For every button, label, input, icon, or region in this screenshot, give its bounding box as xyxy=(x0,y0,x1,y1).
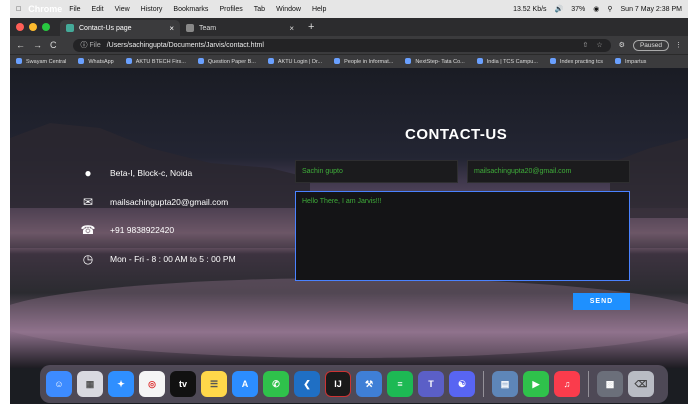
keynote-icon[interactable]: ▩ xyxy=(597,371,623,397)
discord-icon[interactable]: ☯ xyxy=(449,371,475,397)
menu-dots-icon[interactable]: ⋮ xyxy=(675,41,682,49)
info-email: ✉ mailsachingupta20@gmail.com xyxy=(80,195,228,209)
browser-tabbar: Contact-Us page × Team × + xyxy=(10,18,688,36)
bookmark-item[interactable]: Swayam Central xyxy=(16,58,66,65)
info-hours: ◷ Mon - Fri - 8 : 00 AM to 5 : 00 PM xyxy=(80,252,236,266)
location-icon: ● xyxy=(84,166,92,180)
send-button[interactable]: SEND xyxy=(573,293,630,310)
finder-icon[interactable]: ☺ xyxy=(46,371,72,397)
menu-edit[interactable]: Edit xyxy=(92,6,104,13)
name-field[interactable]: Sachin gupto xyxy=(295,160,458,183)
hours-text: Mon - Fri - 8 : 00 AM to 5 : 00 PM xyxy=(110,254,236,264)
vscode-icon[interactable]: ❮ xyxy=(294,371,320,397)
teams-icon[interactable]: T xyxy=(418,371,444,397)
new-tab-button[interactable]: + xyxy=(308,21,314,33)
extensions-icon[interactable]: ⚙ xyxy=(619,41,625,49)
menu-bookmarks[interactable]: Bookmarks xyxy=(173,6,208,13)
tab-contact-us[interactable]: Contact-Us page × xyxy=(60,20,180,36)
preview-icon[interactable]: ▤ xyxy=(492,371,518,397)
xcode-icon[interactable]: ⚒ xyxy=(356,371,382,397)
tab-title: Contact-Us page xyxy=(79,24,132,32)
phone-icon: ☎ xyxy=(80,223,96,237)
close-window-button[interactable] xyxy=(16,23,24,31)
menu-profiles[interactable]: Profiles xyxy=(219,6,242,13)
menu-history[interactable]: History xyxy=(141,6,163,13)
network-speed: 13.52 Kb/s xyxy=(513,5,547,13)
url-scheme-label: File xyxy=(89,41,101,49)
dock-separator xyxy=(483,371,484,397)
search-icon[interactable]: ⚲ xyxy=(607,5,612,13)
volume-icon[interactable]: 🔊 xyxy=(555,5,564,13)
address-bar[interactable]: ⓘ File /Users/sachingupta/Documents/Jarv… xyxy=(72,38,611,52)
tab-favicon xyxy=(66,24,74,32)
trash-icon[interactable]: ⌫ xyxy=(628,371,654,397)
menu-chrome[interactable]: Chrome xyxy=(28,0,62,22)
email-text: mailsachingupta20@gmail.com xyxy=(110,197,229,207)
bookmark-item[interactable]: Question Paper B... xyxy=(198,58,256,65)
address-text: Beta-I, Block-c, Noida xyxy=(110,168,193,178)
message-field[interactable]: Hello There, I am Jarvis!!! xyxy=(295,191,630,281)
intellij-icon[interactable]: IJ xyxy=(325,371,351,397)
bookmarks-bar: Swayam Central WhatsApp AKTU BTECH Firs.… xyxy=(10,54,688,68)
wifi-icon[interactable]: ◉ xyxy=(593,5,599,13)
window-controls xyxy=(16,23,50,31)
bookmark-item[interactable]: AKTU BTECH Firs... xyxy=(126,58,186,65)
menu-help[interactable]: Help xyxy=(312,6,326,13)
info-icon[interactable]: ⓘ xyxy=(81,40,90,50)
whatsapp-icon[interactable]: ✆ xyxy=(263,371,289,397)
bookmark-item[interactable]: Impartus xyxy=(615,58,646,65)
tab-favicon xyxy=(186,24,194,32)
spotify-icon[interactable]: ≡ xyxy=(387,371,413,397)
profile-paused-button[interactable]: Paused xyxy=(632,39,669,51)
bookmark-item[interactable]: WhatsApp xyxy=(78,58,113,65)
info-address: ● Beta-I, Block-c, Noida xyxy=(80,166,192,180)
apple-icon[interactable]:  xyxy=(16,6,21,13)
zoom-window-button[interactable] xyxy=(42,23,50,31)
bookmark-item[interactable]: India | TCS Campu... xyxy=(477,58,538,65)
bookmark-star-icon[interactable]: ☆ xyxy=(596,41,602,49)
phone-text: +91 9838922420 xyxy=(110,225,175,235)
menu-view[interactable]: View xyxy=(115,6,130,13)
minimize-window-button[interactable] xyxy=(29,23,37,31)
screen:  Chrome File Edit View History Bookmark… xyxy=(10,0,688,404)
email-field[interactable]: mailsachingupta20@gmail.com xyxy=(467,160,630,183)
forward-icon[interactable]: → xyxy=(33,40,42,50)
dock-separator xyxy=(588,371,589,397)
back-icon[interactable]: ← xyxy=(16,40,25,50)
url-text[interactable]: /Users/sachingupta/Documents/Jarvis/cont… xyxy=(107,42,264,49)
notes-icon[interactable]: ☰ xyxy=(201,371,227,397)
macos-dock: ☺ ▦ ✦ ◎ tv ☰ A ✆ ❮ IJ ⚒ ≡ T ☯ ▤ ▶ ♫ ▩ ⌫ xyxy=(40,365,668,403)
battery-level[interactable]: 37% xyxy=(571,6,585,13)
app-store-icon[interactable]: A xyxy=(232,371,258,397)
chrome-icon[interactable]: ◎ xyxy=(139,371,165,397)
facetime-icon[interactable]: ▶ xyxy=(523,371,549,397)
safari-icon[interactable]: ✦ xyxy=(108,371,134,397)
music-icon[interactable]: ♫ xyxy=(554,371,580,397)
clock-text[interactable]: Sun 7 May 2:38 PM xyxy=(621,6,682,13)
share-icon[interactable]: ⇧ xyxy=(583,41,589,49)
tv-icon[interactable]: tv xyxy=(170,371,196,397)
close-tab-icon[interactable]: × xyxy=(289,24,294,33)
info-phone: ☎ +91 9838922420 xyxy=(80,223,175,237)
menu-window[interactable]: Window xyxy=(276,6,301,13)
browser-toolbar: ← → C ⓘ File /Users/sachingupta/Document… xyxy=(10,36,688,54)
menu-file[interactable]: File xyxy=(69,6,80,13)
tab-title: Team xyxy=(199,24,217,32)
bookmark-item[interactable]: AKTU Login | Dr... xyxy=(268,58,322,65)
bookmark-item[interactable]: People in Informat... xyxy=(334,58,393,65)
bookmark-item[interactable]: Index practing tcs xyxy=(550,58,603,65)
mail-icon: ✉ xyxy=(82,195,94,209)
macos-menubar:  Chrome File Edit View History Bookmark… xyxy=(10,0,688,18)
page-title: CONTACT-US xyxy=(405,126,508,143)
contact-page: CONTACT-US ● Beta-I, Block-c, Noida ✉ ma… xyxy=(10,68,688,368)
launchpad-icon[interactable]: ▦ xyxy=(77,371,103,397)
tab-team[interactable]: Team × xyxy=(180,20,300,36)
close-tab-icon[interactable]: × xyxy=(169,24,174,33)
reload-icon[interactable]: C xyxy=(50,40,57,50)
menu-tab[interactable]: Tab xyxy=(254,6,265,13)
bookmark-item[interactable]: NextStep- Tata Co... xyxy=(405,58,464,65)
clock-icon: ◷ xyxy=(82,252,94,266)
